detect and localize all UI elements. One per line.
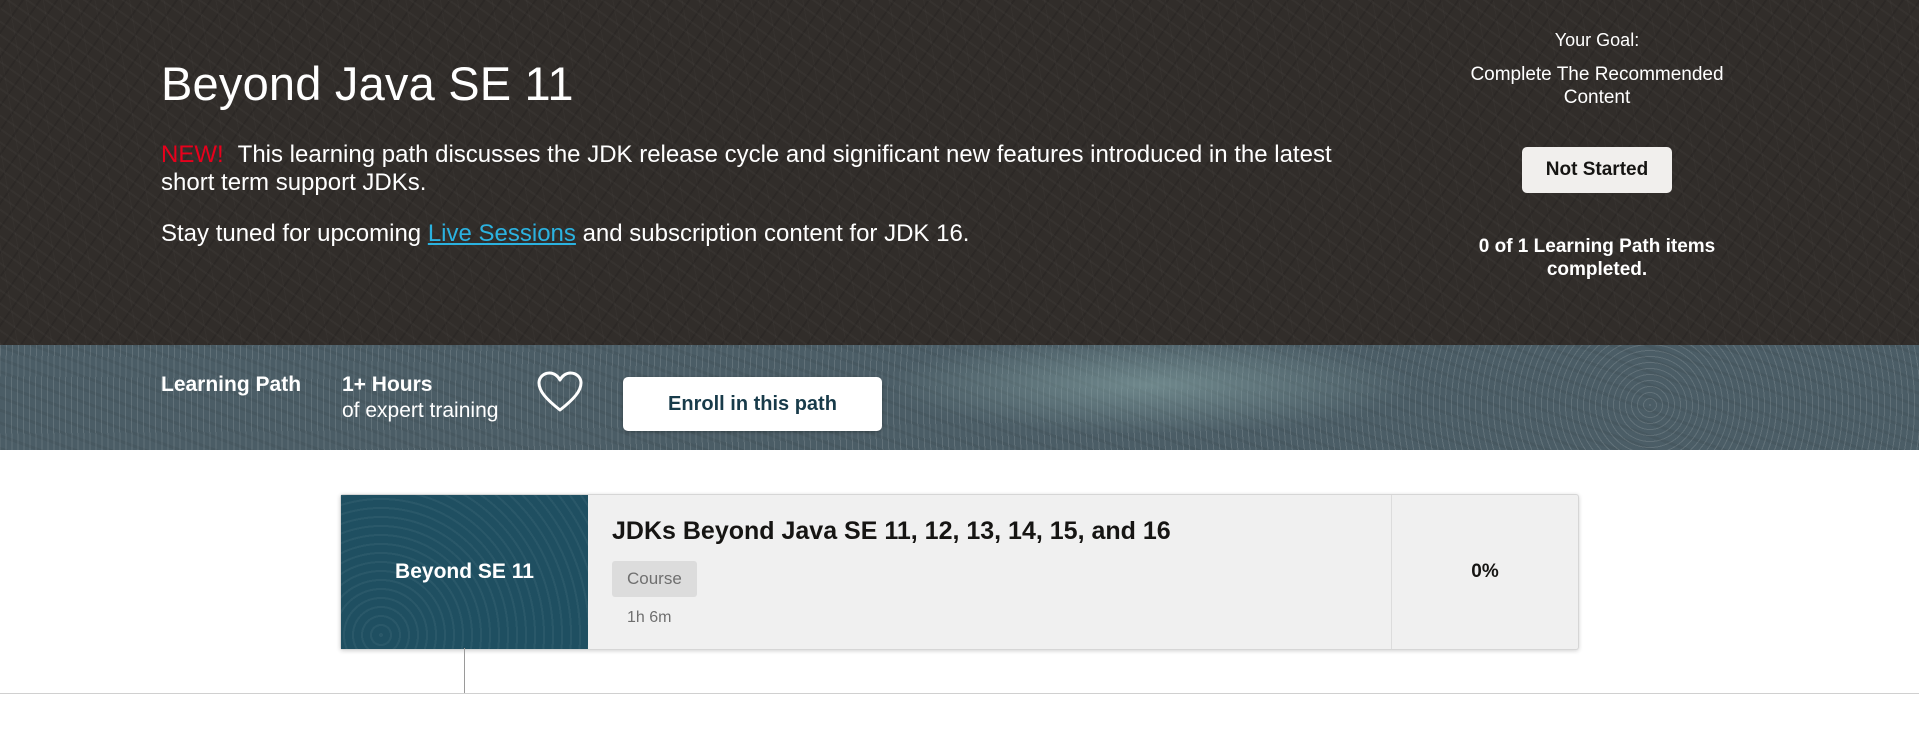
enroll-button[interactable]: Enroll in this path (623, 377, 882, 431)
path-duration: 1+ Hours of expert training (342, 373, 498, 423)
hours-value: 1+ Hours (342, 373, 433, 396)
page-title: Beyond Java SE 11 (161, 57, 574, 110)
path-meta-band: Learning Path 1+ Hours of expert trainin… (0, 345, 1919, 450)
new-badge: NEW! (161, 141, 224, 168)
stay-prefix: Stay tuned for upcoming (161, 220, 422, 247)
live-sessions-link[interactable]: Live Sessions (428, 220, 576, 247)
course-thumbnail[interactable]: Beyond SE 11 (341, 495, 588, 649)
status-button[interactable]: Not Started (1521, 147, 1673, 193)
learning-path-hero: Beyond Java SE 11 NEW! This learning path… (0, 0, 1919, 345)
progress-summary: 0 of 1 Learning Path items completed. (1478, 236, 1716, 280)
hero-stay-tuned: Stay tuned for upcoming Live Sessions an… (161, 220, 969, 248)
course-title[interactable]: JDKs Beyond Java SE 11, 12, 13, 14, 15, … (612, 517, 1171, 546)
course-duration: 1h 6m (627, 609, 672, 626)
hero-description: NEW! This learning path discusses the JDK… (161, 141, 1361, 197)
description-text: This learning path discusses the JDK rel… (161, 141, 1332, 196)
stay-suffix: and subscription content for JDK 16. (582, 220, 970, 247)
goal-value: Complete The Recommended Content (1470, 64, 1724, 108)
hours-caption: of expert training (342, 399, 499, 422)
course-progress: 0% (1471, 561, 1499, 582)
section-divider (0, 693, 1919, 694)
goal-panel: Your Goal: Complete The Recommended Cont… (1447, 30, 1747, 281)
course-card[interactable]: Beyond SE 11 JDKs Beyond Java SE 11, 12,… (340, 494, 1579, 650)
course-type-badge: Course (612, 561, 697, 597)
path-connector-line (464, 648, 465, 693)
heart-icon[interactable] (537, 371, 583, 413)
path-type-label: Learning Path (161, 373, 302, 396)
goal-label: Your Goal: (1554, 30, 1640, 50)
